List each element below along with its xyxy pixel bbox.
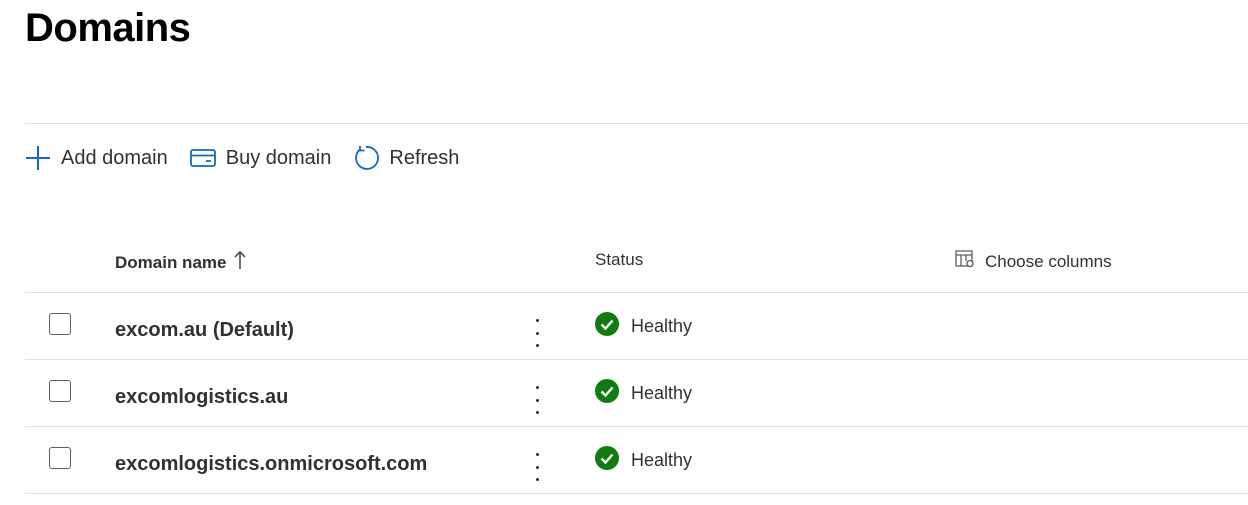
check-circle-icon <box>595 379 619 408</box>
choose-columns-button[interactable]: Choose columns <box>955 250 1112 273</box>
more-vertical-icon[interactable] <box>525 386 549 414</box>
domain-name[interactable]: excomlogistics.onmicrosoft.com <box>115 453 427 476</box>
column-header-domain-name[interactable]: Domain name <box>115 250 246 275</box>
add-domain-button[interactable]: Add domain <box>25 145 168 171</box>
status-label: Healthy <box>631 316 693 336</box>
more-vertical-icon[interactable] <box>525 319 549 347</box>
column-header-status[interactable]: Status <box>595 250 643 270</box>
column-header-label: Domain name <box>115 252 227 272</box>
status-label: Healthy <box>631 450 693 470</box>
check-circle-icon <box>595 312 619 341</box>
add-domain-label: Add domain <box>61 146 168 169</box>
check-circle-icon <box>595 446 619 475</box>
refresh-icon <box>353 145 380 171</box>
refresh-label: Refresh <box>389 146 460 169</box>
divider <box>25 123 1248 124</box>
row-checkbox[interactable] <box>49 447 71 469</box>
table-row[interactable]: excomlogistics.au Healthy <box>25 360 1248 427</box>
status-cell: Healthy <box>595 446 692 475</box>
table-header: Domain name Status Choose columns <box>25 228 1248 293</box>
page-title: Domains <box>25 6 191 50</box>
refresh-button[interactable]: Refresh <box>353 145 459 171</box>
arrow-up-icon <box>234 250 246 275</box>
status-label: Healthy <box>631 383 693 403</box>
buy-domain-label: Buy domain <box>225 146 332 169</box>
table-row[interactable]: excom.au (Default) Healthy <box>25 293 1248 360</box>
row-checkbox[interactable] <box>49 313 71 335</box>
command-bar: Add domain Buy domain Refresh <box>25 140 481 176</box>
domain-name[interactable]: excom.au (Default) <box>115 319 294 342</box>
plus-icon <box>25 145 51 171</box>
card-icon <box>189 148 216 168</box>
status-cell: Healthy <box>595 379 692 408</box>
choose-columns-label: Choose columns <box>985 251 1112 271</box>
table-row[interactable]: excomlogistics.onmicrosoft.com Healthy <box>25 427 1248 494</box>
buy-domain-button[interactable]: Buy domain <box>189 146 332 170</box>
row-checkbox[interactable] <box>49 380 71 402</box>
status-cell: Healthy <box>595 312 692 341</box>
domains-table: Domain name Status Choose columns excom.… <box>25 228 1248 494</box>
more-vertical-icon[interactable] <box>525 453 549 481</box>
domain-name[interactable]: excomlogistics.au <box>115 386 288 409</box>
columns-icon <box>955 250 975 273</box>
